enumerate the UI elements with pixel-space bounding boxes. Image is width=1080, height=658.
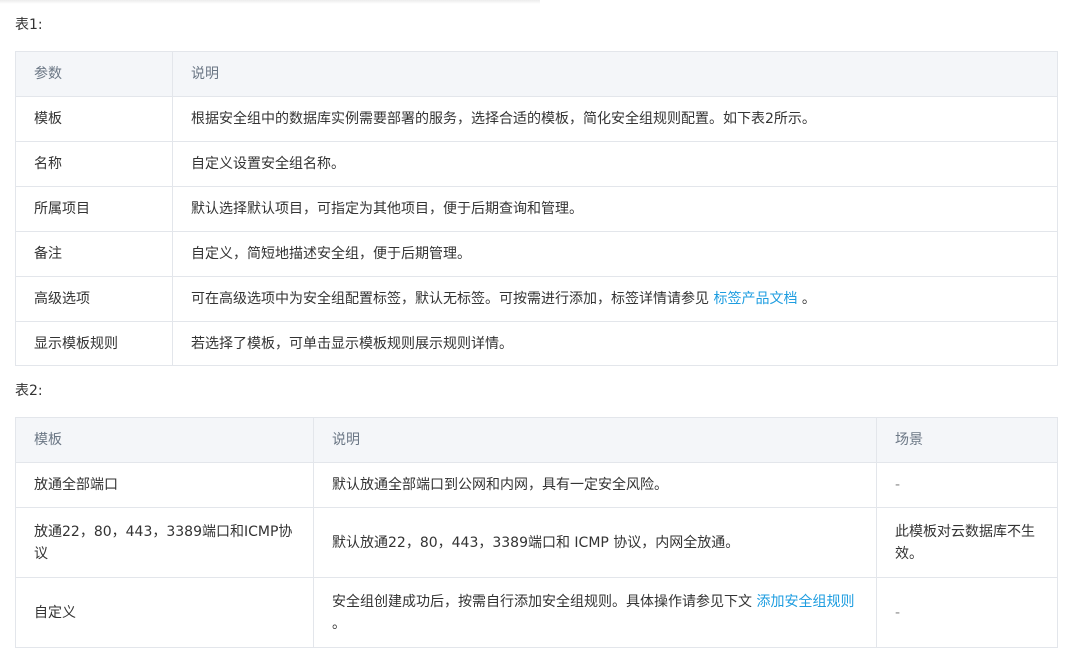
param-cell: 名称	[15, 141, 173, 187]
param-cell: 模板	[15, 96, 173, 142]
desc-text-end: 。	[332, 615, 346, 632]
templates-table: 模板 说明 场景 放通全部端口 默认放通全部端口到公网和内网，具有一定安全风险。…	[15, 417, 1058, 648]
header-template: 模板	[15, 417, 314, 463]
table-row: 所属项目 默认选择默认项目，可指定为其他项目，便于后期查询和管理。	[15, 186, 1058, 232]
tag-docs-link[interactable]: 标签产品文档	[713, 291, 797, 307]
desc-cell: 默认放通全部端口到公网和内网，具有一定安全风险。	[313, 462, 877, 508]
table-row: 显示模板规则 若选择了模板，可单击显示模板规则展示规则详情。	[15, 321, 1058, 366]
table-row: 放通22，80，443，3389端口和ICMP协议 默认放通22，80，443，…	[15, 507, 1058, 578]
table-row: 备注 自定义，简短地描述安全组，便于后期管理。	[15, 231, 1058, 277]
scene-cell: -	[876, 462, 1058, 508]
param-cell: 显示模板规则	[15, 321, 173, 366]
param-cell: 所属项目	[15, 186, 173, 232]
header-desc: 说明	[313, 417, 877, 463]
desc-cell: 自定义设置安全组名称。	[172, 141, 1058, 187]
param-cell: 高级选项	[15, 276, 173, 322]
table-row: 名称 自定义设置安全组名称。	[15, 141, 1058, 187]
desc-cell: 根据安全组中的数据库实例需要部署的服务，选择合适的模板，简化安全组规则配置。如下…	[172, 96, 1058, 142]
table-row: 自定义 安全组创建成功后，按需自行添加安全组规则。具体操作请参见下文 添加安全组…	[15, 577, 1058, 648]
desc-cell: 默认放通22，80，443，3389端口和 ICMP 协议，内网全放通。	[313, 507, 877, 578]
params-table: 参数 说明 模板 根据安全组中的数据库实例需要部署的服务，选择合适的模板，简化安…	[15, 51, 1058, 366]
table-row: 高级选项 可在高级选项中为安全组配置标签，默认无标签。可按需进行添加，标签详情请…	[15, 276, 1058, 322]
desc-cell: 默认选择默认项目，可指定为其他项目，便于后期查询和管理。	[172, 186, 1058, 232]
template-cell: 放通全部端口	[15, 462, 314, 508]
table1-caption: 表1:	[15, 17, 43, 33]
desc-text-end: 。	[797, 291, 816, 307]
header-param: 参数	[15, 51, 173, 97]
table-header-row: 模板 说明 场景	[15, 417, 1058, 463]
scene-cell: 此模板对云数据库不生效。	[876, 507, 1058, 578]
header-scene: 场景	[876, 417, 1058, 463]
table2-caption: 表2:	[15, 383, 43, 399]
table-row: 放通全部端口 默认放通全部端口到公网和内网，具有一定安全风险。 -	[15, 462, 1058, 508]
desc-cell: 若选择了模板，可单击显示模板规则展示规则详情。	[172, 321, 1058, 366]
desc-text: 可在高级选项中为安全组配置标签，默认无标签。可按需进行添加，标签详情请参见	[191, 291, 714, 307]
desc-cell: 可在高级选项中为安全组配置标签，默认无标签。可按需进行添加，标签详情请参见 标签…	[172, 276, 1058, 322]
desc-text: 安全组创建成功后，按需自行添加安全组规则。具体操作请参见下文	[332, 593, 757, 610]
add-rule-link[interactable]: 添加安全组规则	[756, 594, 854, 610]
table-header-row: 参数 说明	[15, 51, 1058, 97]
header-desc: 说明	[172, 51, 1058, 97]
param-cell: 备注	[15, 231, 173, 277]
desc-cell: 自定义，简短地描述安全组，便于后期管理。	[172, 231, 1058, 277]
desc-cell: 安全组创建成功后，按需自行添加安全组规则。具体操作请参见下文 添加安全组规则 。	[313, 577, 877, 648]
template-cell: 自定义	[15, 577, 314, 648]
top-shadow	[0, 0, 540, 4]
scene-cell: -	[876, 577, 1058, 648]
template-cell: 放通22，80，443，3389端口和ICMP协议	[15, 507, 314, 578]
table-row: 模板 根据安全组中的数据库实例需要部署的服务，选择合适的模板，简化安全组规则配置…	[15, 96, 1058, 142]
